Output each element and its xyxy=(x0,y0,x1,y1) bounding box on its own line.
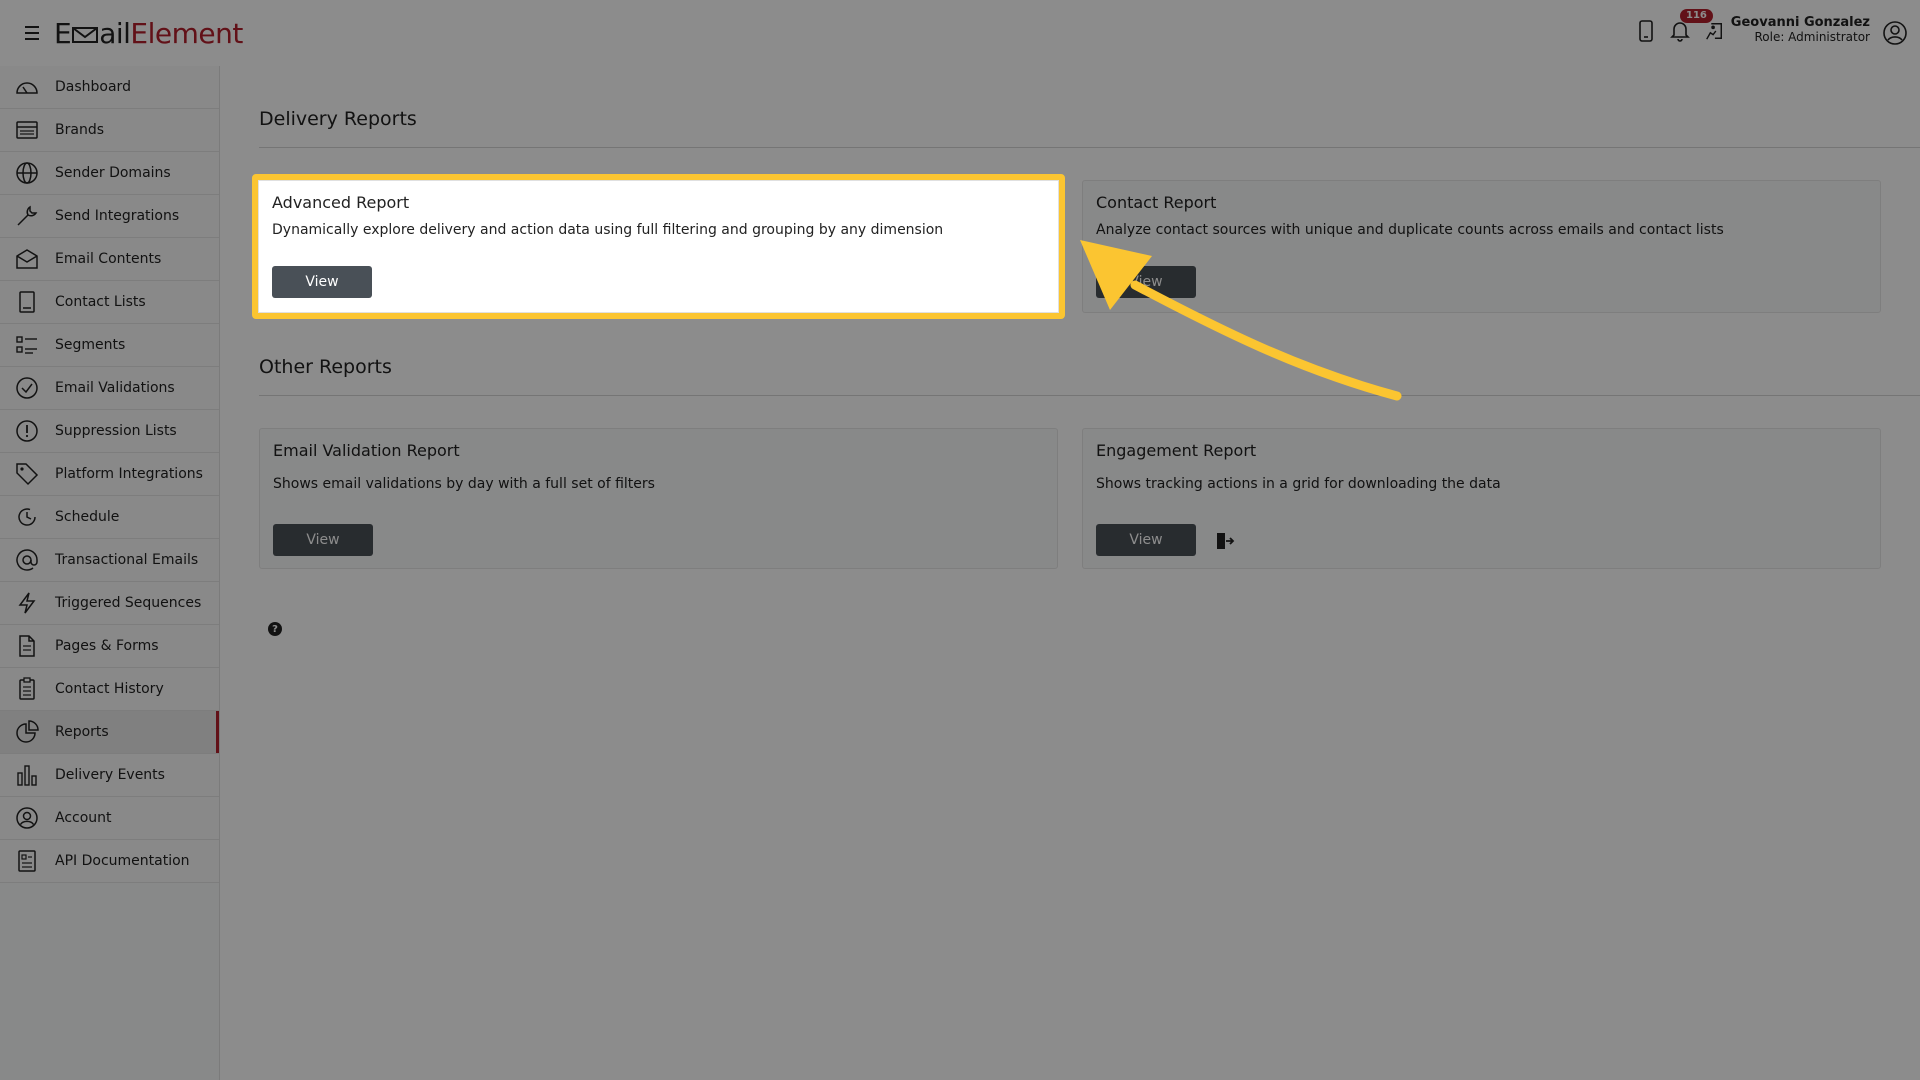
contact-book-icon xyxy=(15,290,39,314)
sidebar-item-label: Suppression Lists xyxy=(55,423,177,439)
card-description: Shows email validations by day with a fu… xyxy=(273,476,655,492)
wrench-icon xyxy=(15,204,39,228)
delivery-reports-title: Delivery Reports xyxy=(259,108,417,130)
user-info[interactable]: Geovanni Gonzalez Role: Administrator xyxy=(1730,15,1870,45)
card-description: Shows tracking actions in a grid for dow… xyxy=(1096,476,1501,492)
section-divider xyxy=(259,147,1920,148)
card-title: Email Validation Report xyxy=(273,441,460,460)
tag-icon xyxy=(15,462,39,486)
user-role: Role: Administrator xyxy=(1754,30,1870,44)
globe-icon xyxy=(15,161,39,185)
sidebar-item-transactional-emails[interactable]: Transactional Emails xyxy=(0,539,219,582)
header-icons: 116 xyxy=(1636,9,1724,44)
highlight-frame xyxy=(252,174,1065,319)
other-reports-title: Other Reports xyxy=(259,356,392,378)
check-circle-icon xyxy=(15,376,39,400)
schedule-icon xyxy=(15,505,39,529)
sidebar-item-delivery-events[interactable]: Delivery Events xyxy=(0,754,219,797)
sidebar-item-pages-forms[interactable]: Pages & Forms xyxy=(0,625,219,668)
segments-icon xyxy=(15,333,39,357)
email-validation-report-card: Email Validation Report Shows email vali… xyxy=(259,428,1058,569)
sidebar-item-label: Email Validations xyxy=(55,380,175,396)
sidebar-item-label: Reports xyxy=(55,724,109,740)
engagement-report-view-button[interactable]: View xyxy=(1096,524,1196,556)
sidebar: Dashboard Brands Sender Domains Send Int… xyxy=(0,66,220,1080)
sidebar-item-label: Email Contents xyxy=(55,251,162,267)
envelope-logo-icon xyxy=(71,21,99,53)
sidebar-item-contact-lists[interactable]: Contact Lists xyxy=(0,281,219,324)
exit-icon[interactable] xyxy=(1704,18,1724,44)
hamburger-menu-icon[interactable] xyxy=(22,22,42,44)
document-icon xyxy=(15,634,39,658)
sidebar-item-triggered-sequences[interactable]: Triggered Sequences xyxy=(0,582,219,625)
sidebar-item-dashboard[interactable]: Dashboard xyxy=(0,66,219,109)
sidebar-item-label: Segments xyxy=(55,337,126,353)
card-title: Contact Report xyxy=(1096,193,1217,212)
sidebar-item-brands[interactable]: Brands xyxy=(0,109,219,152)
sidebar-item-send-integrations[interactable]: Send Integrations xyxy=(0,195,219,238)
sidebar-item-label: Platform Integrations xyxy=(55,466,203,482)
sidebar-item-api-documentation[interactable]: API Documentation xyxy=(0,840,219,883)
sidebar-item-label: Brands xyxy=(55,122,104,138)
mobile-device-icon[interactable] xyxy=(1636,18,1656,44)
sidebar-item-label: Transactional Emails xyxy=(55,552,199,568)
sidebar-item-schedule[interactable]: Schedule xyxy=(0,496,219,539)
brands-icon xyxy=(15,118,39,142)
sidebar-item-label: Sender Domains xyxy=(55,165,171,181)
sidebar-item-label: Contact Lists xyxy=(55,294,146,310)
lightning-icon xyxy=(15,591,39,615)
notification-bell-icon[interactable]: 116 xyxy=(1670,9,1713,44)
top-header: EailElement 116 Geovanni Gonzalez Role: … xyxy=(0,0,1920,66)
email-validation-report-view-button[interactable]: View xyxy=(273,524,373,556)
contact-report-card: Contact Report Analyze contact sources w… xyxy=(1082,180,1881,313)
user-name: Geovanni Gonzalez xyxy=(1730,15,1870,30)
sidebar-item-reports[interactable]: Reports xyxy=(0,711,219,754)
card-title: Engagement Report xyxy=(1096,441,1257,460)
bar-chart-icon xyxy=(15,763,39,787)
app-logo[interactable]: EailElement xyxy=(54,18,243,53)
sidebar-item-sender-domains[interactable]: Sender Domains xyxy=(0,152,219,195)
sidebar-item-label: Schedule xyxy=(55,509,120,525)
sidebar-item-platform-integrations[interactable]: Platform Integrations xyxy=(0,453,219,496)
engagement-report-card: Engagement Report Shows tracking actions… xyxy=(1082,428,1881,569)
api-doc-icon xyxy=(15,849,39,873)
clipboard-icon xyxy=(15,677,39,701)
sidebar-item-contact-history[interactable]: Contact History xyxy=(0,668,219,711)
sidebar-item-account[interactable]: Account xyxy=(0,797,219,840)
sidebar-item-label: Send Integrations xyxy=(55,208,180,224)
exclamation-circle-icon xyxy=(15,419,39,443)
sidebar-item-label: API Documentation xyxy=(55,853,190,869)
sidebar-item-email-contents[interactable]: Email Contents xyxy=(0,238,219,281)
envelope-icon xyxy=(15,247,39,271)
at-icon xyxy=(15,548,39,572)
export-icon[interactable] xyxy=(1215,532,1235,554)
sidebar-item-label: Account xyxy=(55,810,112,826)
contact-report-view-button[interactable]: View xyxy=(1096,266,1196,298)
user-circle-icon xyxy=(15,806,39,830)
sidebar-item-label: Dashboard xyxy=(55,79,131,95)
card-description: Analyze contact sources with unique and … xyxy=(1096,222,1724,238)
user-avatar-icon[interactable] xyxy=(1882,20,1908,46)
sidebar-item-label: Pages & Forms xyxy=(55,638,159,654)
pie-chart-icon xyxy=(15,720,39,744)
sidebar-item-label: Contact History xyxy=(55,681,164,697)
sidebar-item-suppression-lists[interactable]: Suppression Lists xyxy=(0,410,219,453)
section-divider xyxy=(259,395,1920,396)
sidebar-item-label: Delivery Events xyxy=(55,767,165,783)
sidebar-item-email-validations[interactable]: Email Validations xyxy=(0,367,219,410)
help-icon[interactable]: ? xyxy=(268,622,282,636)
dashboard-icon xyxy=(15,75,39,99)
sidebar-item-label: Triggered Sequences xyxy=(55,595,202,611)
sidebar-item-segments[interactable]: Segments xyxy=(0,324,219,367)
